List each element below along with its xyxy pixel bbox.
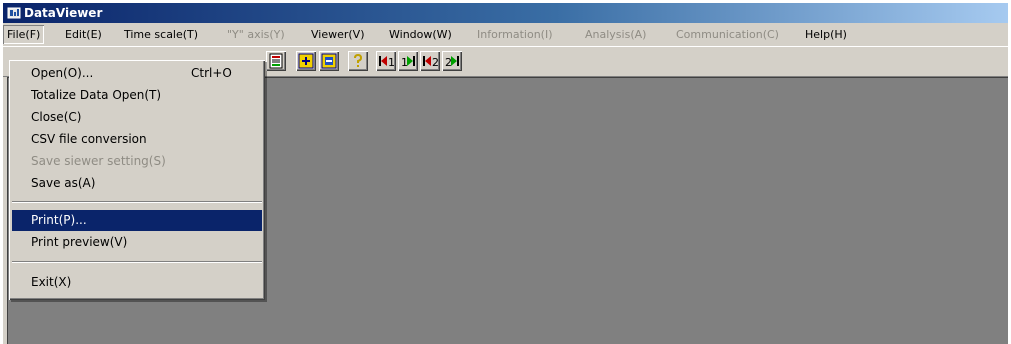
menu-viewer[interactable]: Viewer(V) <box>307 25 369 44</box>
menu-item-exit-label: Exit(X) <box>31 275 72 289</box>
svg-text:1: 1 <box>388 56 394 69</box>
menu-item-save-as-label: Save as(A) <box>31 176 96 190</box>
menu-item-totalize-data-open[interactable]: Totalize Data Open(T) <box>12 85 262 106</box>
menu-item-open-shortcut: Ctrl+O <box>191 66 232 80</box>
jump-left-1-icon: 1 <box>379 56 394 69</box>
svg-text:2: 2 <box>445 56 452 69</box>
move-yellow-icon <box>298 53 314 69</box>
menu-item-csv-conversion[interactable]: CSV file conversion <box>12 129 262 150</box>
record-button[interactable] <box>266 51 286 71</box>
jump-right-2-icon: 2 <box>445 56 459 69</box>
menu-item-open[interactable]: Open(O)... Ctrl+O <box>12 63 262 84</box>
jump-right-1-icon: 1 <box>401 56 415 69</box>
menu-item-print-preview[interactable]: Print preview(V) <box>12 232 262 253</box>
menu-item-save-setting-label: Save siewer setting(S) <box>31 154 166 168</box>
file-menu-dropdown: Open(O)... Ctrl+O Totalize Data Open(T) … <box>9 60 265 300</box>
swap-yellow-button[interactable] <box>319 51 339 71</box>
menu-item-save-setting[interactable]: Save siewer setting(S) <box>12 151 262 172</box>
move-yellow-button[interactable] <box>296 51 316 71</box>
menu-item-open-label: Open(O)... <box>31 66 94 80</box>
jump-right-1-button[interactable]: 1 <box>398 51 418 71</box>
menu-analysis[interactable]: Analysis(A) <box>581 25 650 44</box>
menu-item-print[interactable]: Print(P)... <box>12 210 262 231</box>
help-button[interactable] <box>348 51 368 71</box>
menu-communication[interactable]: Communication(C) <box>672 25 783 44</box>
menu-bar: File(F) Edit(E) Time scale(T) "Y" axis(Y… <box>3 25 1008 45</box>
svg-text:2: 2 <box>432 56 438 69</box>
menu-item-close[interactable]: Close(C) <box>12 107 262 128</box>
menu-item-csv-label: CSV file conversion <box>31 132 147 146</box>
help-question-icon <box>354 53 363 67</box>
menu-item-totalize-label: Totalize Data Open(T) <box>31 88 162 102</box>
menu-time-scale[interactable]: Time scale(T) <box>120 25 202 44</box>
menu-y-axis[interactable]: "Y" axis(Y) <box>223 25 289 44</box>
title-bar[interactable]: DataViewer <box>3 3 1008 23</box>
menu-item-print-label: Print(P)... <box>31 213 87 227</box>
svg-text:1: 1 <box>401 56 408 69</box>
menu-file[interactable]: File(F) <box>3 25 45 44</box>
record-icon <box>269 53 283 69</box>
swap-yellow-icon <box>321 53 337 69</box>
jump-left-1-button[interactable]: 1 <box>376 51 396 71</box>
app-window: DataViewer File(F) Edit(E) Time scale(T)… <box>3 3 1008 344</box>
jump-right-2-button[interactable]: 2 <box>442 51 462 71</box>
menu-item-save-as[interactable]: Save as(A) <box>12 173 262 194</box>
menu-item-close-label: Close(C) <box>31 110 82 124</box>
menu-information[interactable]: Information(I) <box>473 25 557 44</box>
dataviewer-app-icon[interactable] <box>7 6 21 20</box>
jump-left-2-button[interactable]: 2 <box>420 51 440 71</box>
jump-left-2-icon: 2 <box>423 56 438 69</box>
window-title: DataViewer <box>24 6 103 20</box>
menu-item-print-preview-label: Print preview(V) <box>31 235 128 249</box>
menu-edit[interactable]: Edit(E) <box>61 25 106 44</box>
menu-separator <box>12 201 262 203</box>
menu-item-exit[interactable]: Exit(X) <box>12 272 262 293</box>
menu-separator <box>12 261 262 263</box>
menu-window[interactable]: Window(W) <box>385 25 456 44</box>
menu-help[interactable]: Help(H) <box>801 25 851 44</box>
